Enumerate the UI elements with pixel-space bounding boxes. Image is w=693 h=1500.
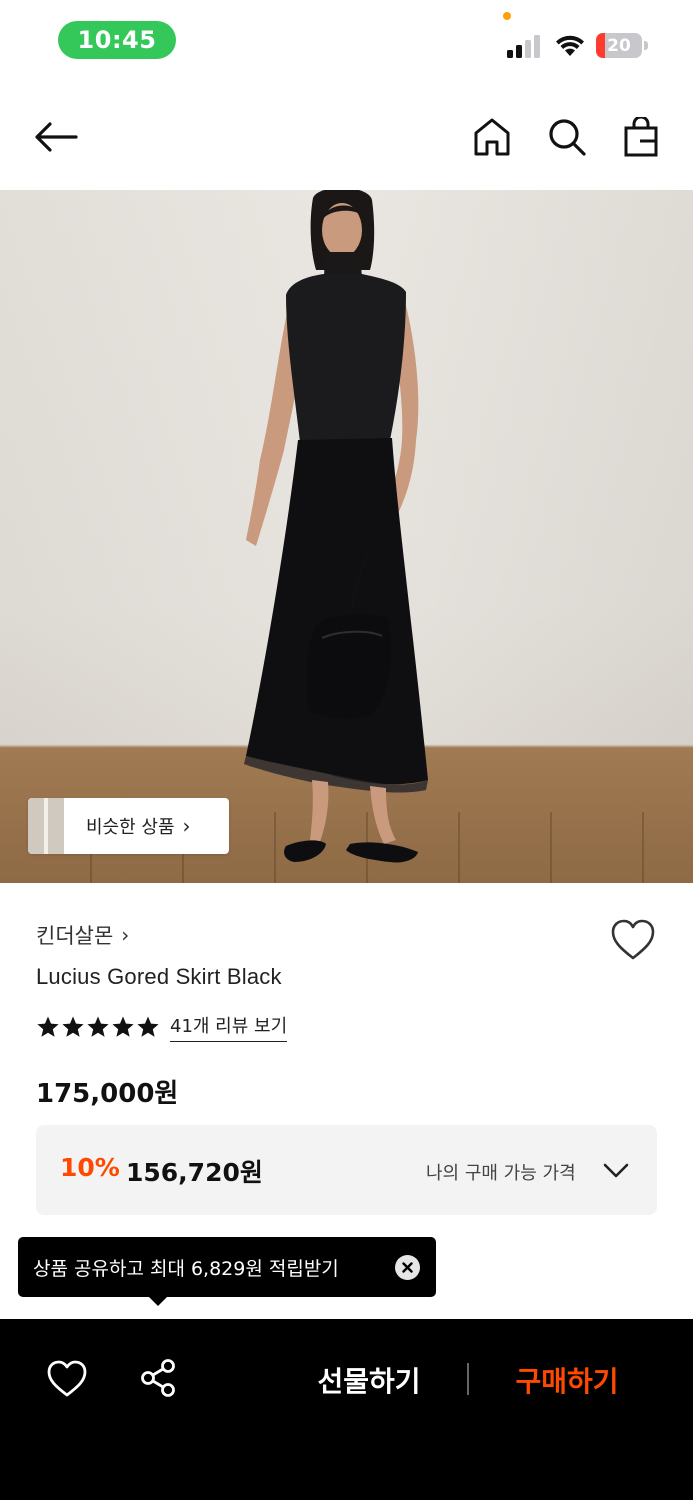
discount-price-box[interactable]: 10% 156,720원 나의 구매 가능 가격 [36,1125,657,1215]
chevron-right-icon: › [182,814,191,838]
search-icon [549,119,586,156]
my-price-label: 나의 구매 가능 가격 [426,1163,576,1184]
divider [467,1363,469,1395]
model-photo [244,190,428,863]
wishlist-heart-icon[interactable] [610,918,656,962]
chevron-right-icon: › [121,923,130,947]
product-name: Lucius Gored Skirt Black [36,964,282,989]
rating-row: 41개 리뷰 보기 [36,1012,288,1042]
star-icon [137,1016,159,1037]
home-icon [474,118,510,156]
close-icon [402,1262,413,1273]
brand-link[interactable]: 킨더살몬 › [36,920,129,950]
star-icon [62,1016,84,1037]
discount-rate: 10% [60,1153,120,1182]
share-icon[interactable] [138,1357,180,1399]
chevron-down-icon [603,1163,629,1178]
similar-product-thumbnail [28,798,64,854]
bottom-action-bar: 선물하기 구매하기 [0,1319,693,1500]
share-reward-tooltip: 상품 공유하고 최대 6,829원 적립받기 [18,1237,436,1297]
star-icon [87,1016,109,1037]
product-image[interactable]: 비슷한 상품 › [0,190,693,883]
gift-button[interactable]: 선물하기 [300,1357,438,1403]
review-link[interactable]: 41개 리뷰 보기 [170,1012,288,1042]
battery-indicator: 20 [596,33,648,58]
wifi-icon [556,35,584,56]
status-time: 10:45 [58,21,176,59]
similar-products-button[interactable]: 비슷한 상품 › [28,798,229,854]
back-button[interactable] [33,114,79,160]
shopping-bag-icon [624,117,658,157]
battery-percent: 20 [607,35,631,56]
star-icon [37,1016,59,1037]
cart-button[interactable] [618,114,664,160]
discount-price: 156,720원 [126,1158,263,1187]
home-button[interactable] [469,114,515,160]
tooltip-text: 상품 공유하고 최대 6,829원 적립받기 [33,1257,339,1280]
tooltip-tail [148,1296,168,1306]
status-bar: 10:45 20 [0,0,693,80]
similar-products-label: 비슷한 상품 [86,817,175,838]
star-icon [112,1016,134,1037]
buy-button[interactable]: 구매하기 [498,1357,636,1403]
original-price: 175,000원 [36,1079,179,1109]
wishlist-heart-icon[interactable] [46,1359,88,1399]
arrow-left-icon [35,122,78,152]
search-button[interactable] [544,114,590,160]
top-navigation [0,100,693,174]
rating-stars [36,1015,160,1039]
tooltip-close-button[interactable] [395,1255,420,1280]
brand-name: 킨더살몬 [36,924,114,948]
cellular-signal-icon [507,35,540,58]
privacy-indicator-dot [503,12,511,20]
